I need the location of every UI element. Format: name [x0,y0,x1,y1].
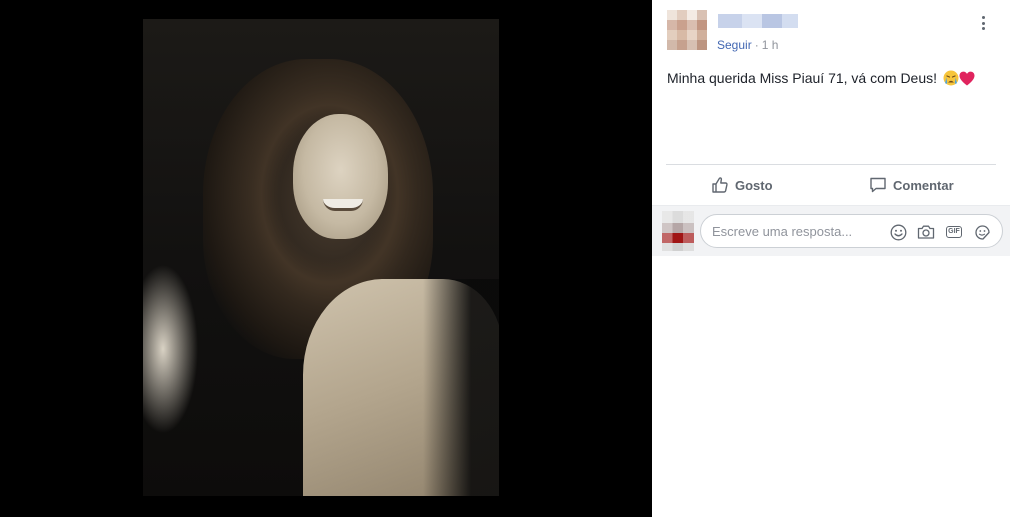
gif-icon[interactable]: GIF [944,222,964,242]
comment-bubble-icon [870,177,886,193]
reply-composer: GIF [652,205,1010,256]
smiley-icon[interactable] [888,222,908,242]
crying-face-emoji-icon [943,70,959,86]
photo-viewer [0,0,652,517]
viewer-avatar[interactable] [662,211,694,251]
author-avatar[interactable] [667,10,707,50]
panel-empty-area [652,256,1010,517]
more-options-icon[interactable] [976,14,990,32]
photo-face [293,114,388,239]
post-text: Minha querida Miss Piauí 71, vá com Deus… [667,70,975,86]
reply-input-box[interactable]: GIF [700,214,1003,248]
thumbs-up-icon [712,177,728,193]
like-label: Gosto [735,177,773,193]
camera-icon[interactable] [916,222,936,242]
red-heart-emoji-icon [959,71,975,86]
reply-tools: GIF [888,222,992,242]
sticker-icon[interactable] [972,222,992,242]
comment-button[interactable]: Comentar [869,172,954,198]
post-photo[interactable] [143,19,499,496]
post-timestamp[interactable]: 1 h [762,38,779,52]
post-meta: Seguir · 1 h [717,38,778,52]
like-button[interactable]: Gosto [711,172,773,198]
follow-link[interactable]: Seguir [717,38,752,52]
reply-input[interactable] [712,215,882,247]
photo-shadow [423,279,499,496]
comment-panel: Seguir · 1 h Minha querida Miss Piauí 71, … [652,0,1010,517]
meta-separator: · [754,38,759,52]
post-message: Minha querida Miss Piauí 71, vá com Deus… [667,70,938,86]
comment-label: Comentar [893,177,954,193]
actions-divider [666,164,996,165]
photo-smile [323,199,363,211]
author-name-blurred[interactable] [718,14,798,28]
